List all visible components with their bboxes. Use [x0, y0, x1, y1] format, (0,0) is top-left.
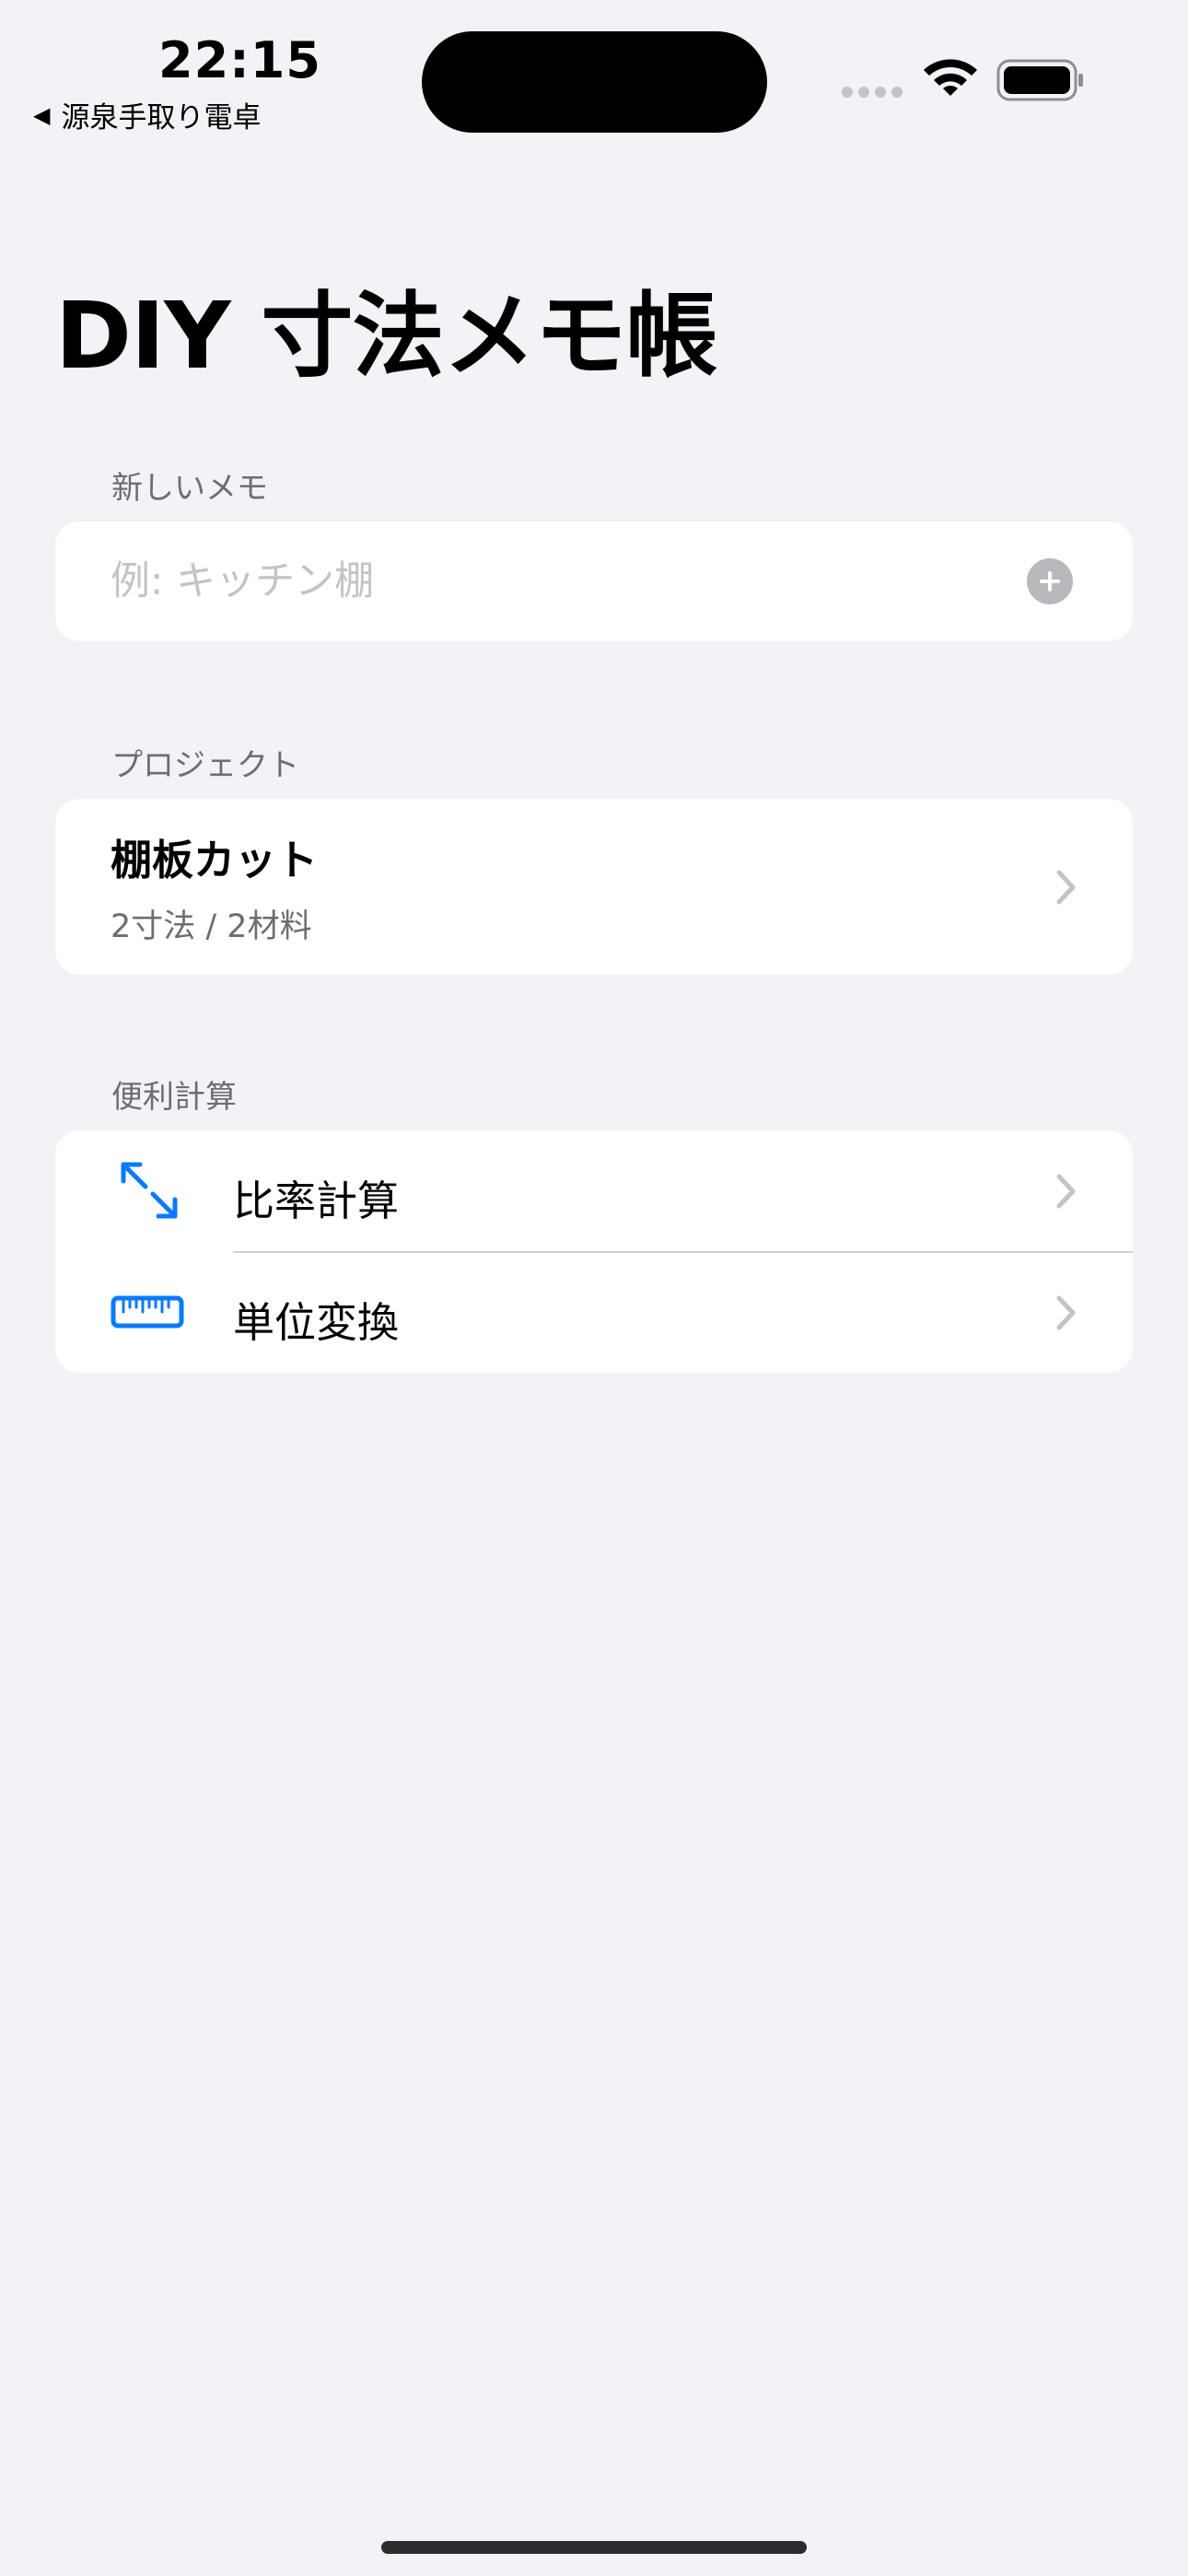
cellular-signal-icon — [842, 87, 903, 98]
project-subtitle: 2寸法 / 2材料 — [111, 908, 312, 945]
back-to-app-link[interactable]: ◀ 源泉手取り電卓 — [33, 94, 261, 135]
plus-icon — [1040, 571, 1060, 591]
back-triangle-icon: ◀ — [33, 101, 51, 128]
wifi-icon — [924, 59, 977, 96]
tool-label-ratio: 比率計算 — [233, 1177, 400, 1225]
home-indicator[interactable] — [381, 2541, 807, 2554]
new-memo-header: 新しいメモ — [111, 470, 268, 507]
add-memo-button[interactable] — [1027, 558, 1073, 604]
tool-row-ratio[interactable]: 比率計算 — [55, 1130, 1133, 1251]
ruler-icon — [111, 1295, 184, 1329]
tool-label-unit-convert: 単位変換 — [233, 1298, 400, 1347]
chevron-right-icon — [1056, 870, 1076, 905]
status-time: 22:15 — [158, 31, 321, 89]
page-title: DIY 寸法メモ帳 — [55, 282, 717, 390]
chevron-right-icon — [1056, 1295, 1076, 1330]
status-bar: 22:15 ◀ 源泉手取り電卓 — [0, 0, 1188, 157]
project-list: 棚板カット 2寸法 / 2材料 — [55, 799, 1133, 975]
new-memo-card — [55, 521, 1133, 641]
new-memo-input[interactable] — [111, 521, 995, 641]
chevron-right-icon — [1056, 1174, 1076, 1209]
tool-row-unit-convert[interactable]: 単位変換 — [55, 1252, 1133, 1373]
projects-header: プロジェクト — [111, 747, 299, 784]
tools-list: 比率計算 単位変換 — [55, 1130, 1133, 1373]
dynamic-island — [422, 31, 767, 133]
resize-arrows-icon — [121, 1162, 178, 1219]
battery-icon — [996, 59, 1083, 101]
project-row[interactable]: 棚板カット 2寸法 / 2材料 — [55, 799, 1133, 975]
project-title: 棚板カット — [111, 836, 319, 884]
tools-header: 便利計算 — [111, 1079, 237, 1116]
back-app-label: 源泉手取り電卓 — [61, 101, 262, 135]
